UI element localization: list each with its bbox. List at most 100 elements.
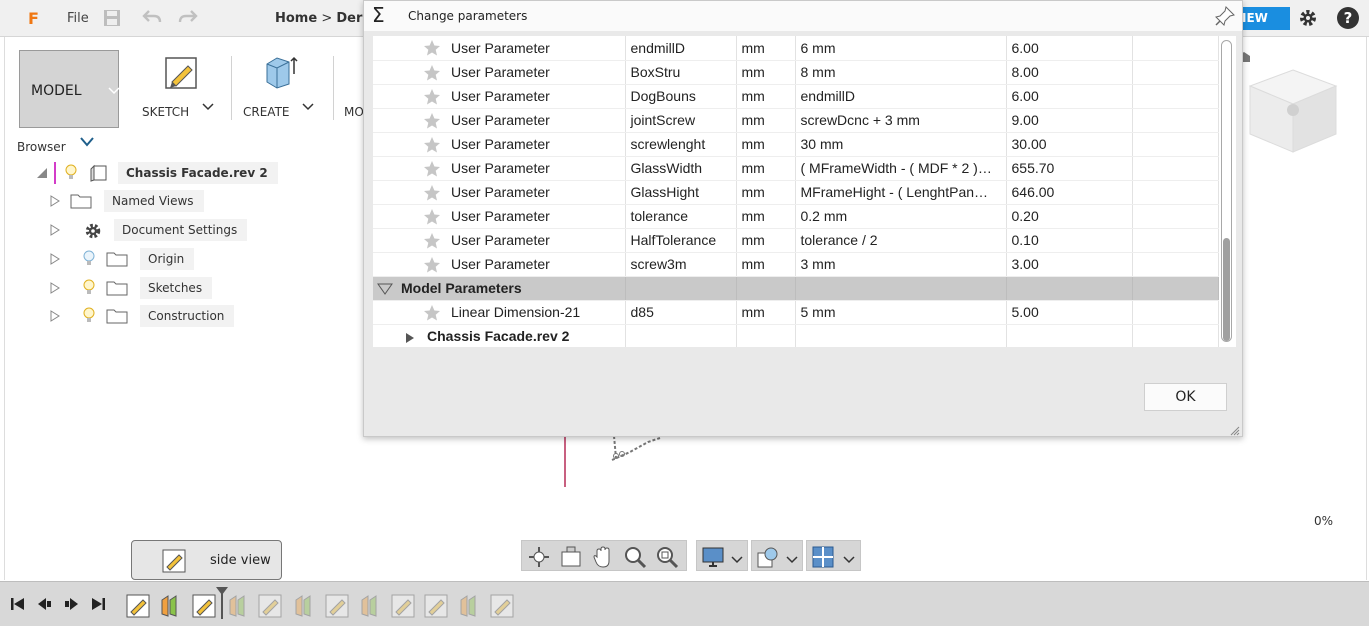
user-parameter-row[interactable]: User Parameter tolerance mm 0.2 mm 0.20 <box>373 204 1219 229</box>
favorite-star-icon[interactable] <box>423 304 441 322</box>
breadcrumb-home[interactable]: Home <box>275 11 317 26</box>
ok-button[interactable]: OK <box>1144 383 1227 411</box>
user-parameter-row[interactable]: User Parameter GlassWidth mm( MFrameWidth … <box>373 156 1219 181</box>
lightbulb-icon[interactable] <box>82 279 96 297</box>
user-parameter-row[interactable]: User Parameter screw3m mm 3 mm 3.00 <box>373 252 1219 277</box>
param-comment-cell[interactable] <box>1132 228 1219 253</box>
tree-item-label[interactable]: Origin <box>140 248 195 270</box>
sketch-tool[interactable]: SKETCH <box>132 50 228 128</box>
lightbulb-icon[interactable] <box>64 164 78 182</box>
param-expression-cell[interactable]: 30 mm <box>795 132 1007 157</box>
tree-item-document-settings[interactable]: Document Settings <box>50 218 248 242</box>
undo-icon[interactable] <box>142 9 162 27</box>
favorite-star-icon[interactable] <box>423 160 441 178</box>
expand-triangle-icon[interactable] <box>50 224 60 236</box>
visual-style-button[interactable] <box>751 540 803 571</box>
user-parameter-row[interactable]: User Parameter jointScrew mm screwDcnc + 3 … <box>373 108 1219 133</box>
expand-triangle-icon[interactable] <box>50 282 60 294</box>
section-model-parameters[interactable]: Model Parameters <box>373 276 1219 301</box>
chevron-down-icon[interactable] <box>302 100 314 114</box>
timeline-extrude-icon[interactable] <box>457 594 481 618</box>
timeline-sketch-icon[interactable] <box>391 594 415 618</box>
scrollbar-thumb[interactable] <box>1223 238 1230 341</box>
favorite-star-icon[interactable] <box>423 232 441 250</box>
tree-item-label[interactable]: Named Views <box>104 190 204 212</box>
tree-item-sketches[interactable]: Sketches <box>50 276 213 300</box>
orbit-icon[interactable] <box>527 545 551 569</box>
go-to-end-icon[interactable] <box>90 596 106 612</box>
viewcube[interactable] <box>1238 52 1348 162</box>
tree-item-label[interactable]: Sketches <box>140 277 213 299</box>
grid-settings-button[interactable] <box>806 540 861 571</box>
tree-item-origin[interactable]: Origin <box>50 247 195 271</box>
param-expression-cell[interactable]: 3 mm <box>795 252 1007 277</box>
expand-triangle-icon[interactable] <box>50 195 60 207</box>
param-expression-cell[interactable]: 0.2 mm <box>795 204 1007 229</box>
param-comment-cell[interactable] <box>1132 60 1219 85</box>
workspace-switcher[interactable]: MODEL <box>19 50 120 128</box>
file-menu[interactable]: File <box>67 11 89 26</box>
param-expression-cell[interactable]: 6 mm <box>795 36 1007 61</box>
user-parameter-row[interactable]: User Parameter DogBouns mm endmillD 6.00 <box>373 84 1219 109</box>
timeline-sketch-icon[interactable] <box>490 594 514 618</box>
timeline-sketch-icon[interactable] <box>325 594 349 618</box>
chevron-down-icon[interactable] <box>202 100 214 114</box>
param-comment-cell[interactable] <box>1132 36 1219 61</box>
breadcrumb-next[interactable]: Der <box>336 11 362 26</box>
param-comment-cell[interactable] <box>1132 108 1219 133</box>
lightbulb-icon[interactable] <box>82 307 96 325</box>
model-parameter-row[interactable]: Linear Dimension-21 d85 mm 5 mm 5.00 <box>373 300 1219 325</box>
tree-item-label[interactable]: Document Settings <box>114 219 248 241</box>
favorite-star-icon[interactable] <box>423 112 441 130</box>
tree-item-named-views[interactable]: Named Views <box>50 189 204 213</box>
param-expression-cell[interactable]: screwDcnc + 3 mm <box>795 108 1007 133</box>
favorite-star-icon[interactable] <box>423 39 441 57</box>
param-expression-cell[interactable]: tolerance / 2 <box>795 228 1007 253</box>
timeline-extrude-icon[interactable] <box>358 594 382 618</box>
timeline-sketch-icon[interactable] <box>258 594 282 618</box>
look-at-icon[interactable] <box>559 545 583 569</box>
favorite-star-icon[interactable] <box>423 88 441 106</box>
pan-hand-icon[interactable] <box>591 545 615 569</box>
tree-root-label[interactable]: Chassis Facade.rev 2 <box>118 162 278 184</box>
parameters-table[interactable]: User Parameter endmillD mm 6 mm 6.00 User Par… <box>373 36 1236 347</box>
param-comment-cell[interactable] <box>1132 156 1219 181</box>
resize-grip-icon[interactable] <box>1230 425 1240 436</box>
step-back-icon[interactable] <box>37 596 53 612</box>
user-parameter-row[interactable]: User Parameter GlassHight mm MFrameHight - … <box>373 180 1219 205</box>
chevron-down-icon[interactable] <box>80 136 94 150</box>
save-icon[interactable] <box>102 9 122 27</box>
tree-root[interactable]: Chassis Facade.rev 2 <box>36 161 278 185</box>
collapse-triangle-icon[interactable] <box>36 167 48 179</box>
expand-triangle-icon[interactable] <box>50 253 60 265</box>
timeline-extrude-icon[interactable] <box>158 594 182 618</box>
param-expression-cell[interactable]: endmillD <box>795 84 1007 109</box>
param-expression-cell[interactable]: 8 mm <box>795 60 1007 85</box>
timeline-sketch-icon[interactable] <box>424 594 448 618</box>
pin-icon[interactable] <box>1214 5 1236 27</box>
user-parameter-row[interactable]: User Parameter BoxStru mm 8 mm 8.00 <box>373 60 1219 85</box>
timeline-sketch-icon[interactable] <box>192 594 216 618</box>
favorite-star-icon[interactable] <box>423 256 441 274</box>
favorite-star-icon[interactable] <box>423 136 441 154</box>
timeline-extrude-icon[interactable] <box>292 594 316 618</box>
dialog-header[interactable]: Σ Change parameters <box>364 1 1242 31</box>
param-comment-cell[interactable] <box>1132 252 1219 277</box>
favorite-star-icon[interactable] <box>423 64 441 82</box>
param-comment-cell[interactable] <box>1132 300 1219 325</box>
lightbulb-icon[interactable] <box>82 250 96 268</box>
tree-item-label[interactable]: Construction <box>140 305 235 327</box>
zoom-icon[interactable] <box>623 545 647 569</box>
param-expression-cell[interactable]: ( MFrameWidth - ( MDF * 2 )… <box>795 156 1007 181</box>
param-comment-cell[interactable] <box>1132 180 1219 205</box>
user-parameter-row[interactable]: User Parameter HalfTolerance mm tolerance /… <box>373 228 1219 253</box>
user-parameter-row[interactable]: User Parameter screwlenght mm 30 mm 30.00 <box>373 132 1219 157</box>
timeline-extrude-icon[interactable] <box>226 594 250 618</box>
go-to-start-icon[interactable] <box>10 596 26 612</box>
component-row[interactable]: Chassis Facade.rev 2 <box>373 324 1219 347</box>
param-expression-cell[interactable]: 5 mm <box>795 300 1007 325</box>
param-comment-cell[interactable] <box>1132 132 1219 157</box>
user-parameter-row[interactable]: User Parameter endmillD mm 6 mm 6.00 <box>373 36 1219 61</box>
param-comment-cell[interactable] <box>1132 204 1219 229</box>
help-icon[interactable]: ? <box>1337 7 1359 29</box>
